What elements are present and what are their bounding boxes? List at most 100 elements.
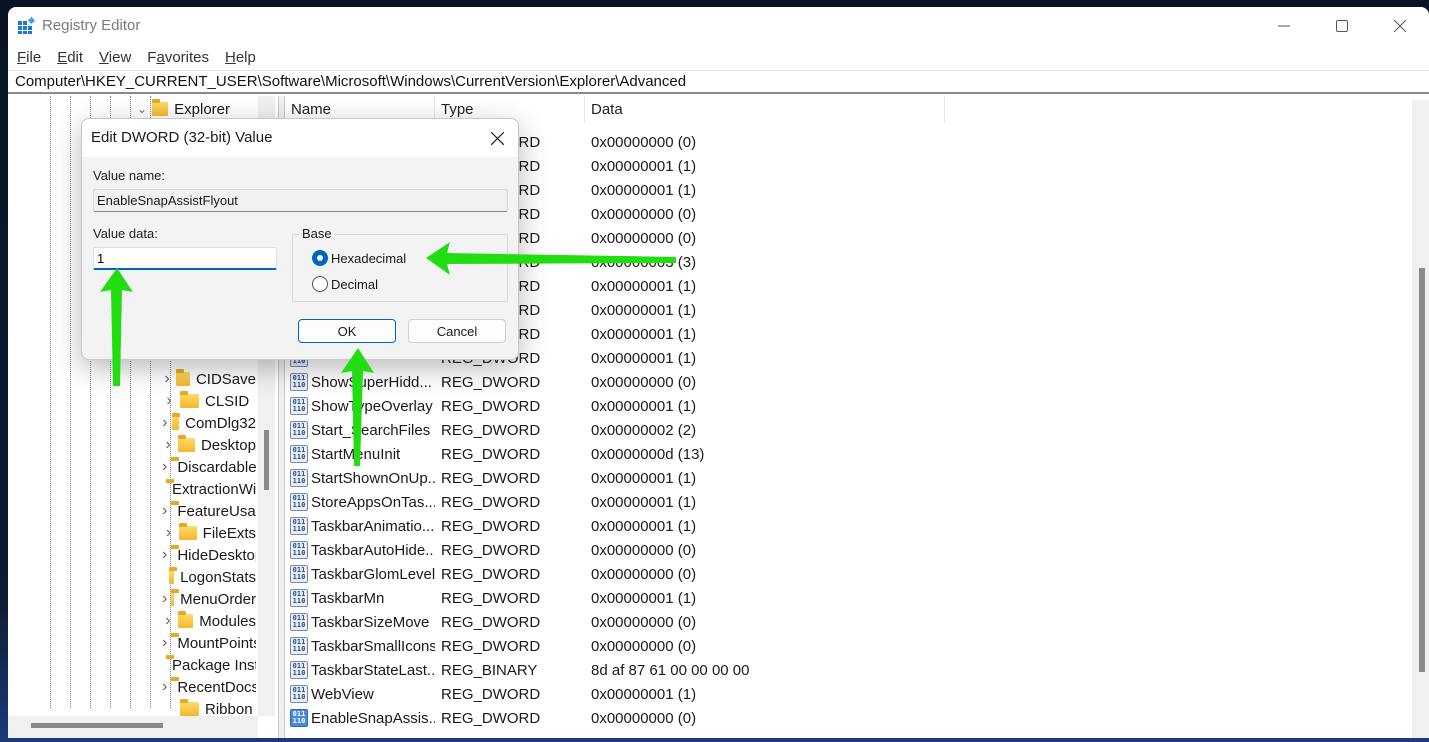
value-data-cell: 0x00000001 (1) <box>591 589 697 607</box>
value-row[interactable]: 011 110 TaskbarSmallIcons REG_DWORD 0x000000… <box>285 634 945 658</box>
tree-item-label: FeatureUsage <box>177 502 256 520</box>
tree-item[interactable]: Package Installation <box>162 654 256 676</box>
tree-item-label: Desktop <box>200 436 256 454</box>
tree-item[interactable]: › CLSID <box>162 390 256 412</box>
tree-item[interactable]: › MenuOrder <box>162 588 256 610</box>
tree-item[interactable]: › ComDlg32 <box>162 412 256 434</box>
dword-value-icon: 011110 <box>290 517 308 535</box>
value-row[interactable]: 011 110 TaskbarMn REG_DWORD 0x00000001 (1) <box>285 586 945 610</box>
tree-item-label: MountPoints2 <box>177 634 256 652</box>
close-icon <box>490 131 504 145</box>
chevron-right-icon[interactable]: › <box>162 524 175 542</box>
menu-file[interactable]: File <box>17 49 41 66</box>
folder-icon <box>179 523 197 540</box>
chevron-right-icon[interactable]: › <box>162 546 167 564</box>
value-row[interactable]: 011 110 ShowTypeOverlay REG_DWORD 0x00000001… <box>285 394 945 418</box>
value-row[interactable]: 011 110 TaskbarGlomLevel REG_DWORD 0x0000000… <box>285 562 945 586</box>
value-data-input[interactable] <box>93 247 277 270</box>
value-row[interactable]: 011 110 TaskbarStateLast... REG_BINARY 8d af… <box>285 658 945 682</box>
chevron-down-icon[interactable]: ⌄ <box>136 102 148 116</box>
radio-unselected-icon <box>312 276 328 292</box>
tree-item-label: Package Installation <box>172 656 256 674</box>
tree-item[interactable]: › CIDSave <box>162 368 256 390</box>
menu-view[interactable]: View <box>99 49 131 66</box>
tree-item[interactable]: › FileExts <box>162 522 256 544</box>
column-header-data[interactable]: Data <box>585 96 945 122</box>
value-row[interactable]: 011 110 StartShownOnUp... REG_DWORD 0x000000… <box>285 466 945 490</box>
dword-value-icon: 011110 <box>290 637 308 655</box>
value-row[interactable]: 011 110 StartMenuInit REG_DWORD 0x0000000d (… <box>285 442 945 466</box>
decimal-radio[interactable]: Decimal <box>312 276 378 292</box>
value-type-cell: REG_DWORD <box>441 637 541 655</box>
list-vertical-scrollbar[interactable] <box>1412 100 1429 738</box>
hexadecimal-radio[interactable]: Hexadecimal <box>312 250 406 266</box>
chevron-right-icon[interactable]: › <box>162 370 172 388</box>
folder-icon <box>151 99 169 116</box>
dialog-title-bar[interactable]: Edit DWORD (32-bit) Value <box>82 119 518 157</box>
chevron-right-icon[interactable]: › <box>162 414 168 432</box>
value-data-cell: 0x00000000 (0) <box>591 613 697 631</box>
folder-icon <box>176 369 190 386</box>
ok-button[interactable]: OK <box>298 319 396 343</box>
value-data-cell: 0x00000000 (0) <box>591 205 697 223</box>
dword-value-icon: 011110 <box>290 397 308 415</box>
minimize-button[interactable] <box>1255 7 1313 45</box>
tree-item[interactable]: › RecentDocs <box>162 676 256 698</box>
close-window-button[interactable] <box>1371 7 1429 45</box>
value-row[interactable]: 011 110 TaskbarAnimatio... REG_DWORD 0x00000… <box>285 514 945 538</box>
title-bar[interactable]: Registry Editor <box>8 7 1429 45</box>
value-row[interactable]: 011 110 StoreAppsOnTas... REG_DWORD 0x000000… <box>285 490 945 514</box>
tree-item-label: MenuOrder <box>180 590 256 608</box>
chevron-right-icon[interactable]: › <box>162 502 167 520</box>
value-row[interactable]: 011 110 TaskbarAutoHide... REG_DWORD 0x00000… <box>285 538 945 562</box>
value-data-cell: 0x00000000 (0) <box>591 565 697 583</box>
value-name-cell: 011 110 TaskbarGlomLevel <box>285 565 435 583</box>
chevron-right-icon[interactable]: › <box>162 436 174 454</box>
registry-editor-window: Registry Editor File Edit View Favorites Hel… <box>8 7 1429 738</box>
value-row[interactable]: 011 110 EnableSnapAssis... REG_DWORD 0x00000… <box>285 706 945 730</box>
value-row[interactable]: 011 110 WebView REG_DWORD 0x00000001 (1) <box>285 682 945 706</box>
chevron-right-icon[interactable]: › <box>162 612 174 630</box>
value-data-cell: 0x00000001 (1) <box>591 685 697 703</box>
tree-item[interactable]: LogonStats <box>162 566 256 588</box>
address-bar[interactable]: Computer\HKEY_CURRENT_USER\Software\Micr… <box>8 70 1429 94</box>
value-name-cell: 011 110 TaskbarAutoHide... <box>285 541 435 559</box>
value-data-cell: 0x00000001 (1) <box>591 493 697 511</box>
dialog-close-button[interactable] <box>484 125 510 151</box>
tree-item[interactable]: › Discardable <box>162 456 256 478</box>
menu-help[interactable]: Help <box>225 49 256 66</box>
tree-scroll-thumb[interactable] <box>264 430 269 490</box>
value-row[interactable]: 011 110 ShowSuperHidd... REG_DWORD 0x0000000… <box>285 370 945 394</box>
tree-item[interactable]: ExtractionWizard <box>162 478 256 500</box>
menu-edit[interactable]: Edit <box>57 49 83 66</box>
tree-item-label: Modules <box>199 612 256 630</box>
value-data-cell: 0x00000001 (1) <box>591 325 697 343</box>
value-row[interactable]: 011 110 TaskbarSizeMove REG_DWORD 0x00000000… <box>285 610 945 634</box>
tree-hscroll-thumb[interactable] <box>31 723 163 728</box>
chevron-right-icon[interactable]: › <box>162 590 167 608</box>
value-name: ShowTypeOverlay <box>311 397 433 415</box>
value-name: TaskbarMn <box>311 589 385 607</box>
value-name: StartMenuInit <box>311 445 401 463</box>
tree-horizontal-scrollbar[interactable] <box>8 716 258 738</box>
tree-item[interactable]: › FeatureUsage <box>162 500 256 522</box>
chevron-right-icon[interactable]: › <box>162 634 167 652</box>
tree-item[interactable]: › MountPoints2 <box>162 632 256 654</box>
value-row[interactable]: 011 110 Start_SearchFiles REG_DWORD 0x000000… <box>285 418 945 442</box>
maximize-icon <box>1336 20 1348 32</box>
value-data-cell: 0x00000001 (1) <box>591 277 697 295</box>
menu-favorites[interactable]: Favorites <box>147 49 209 66</box>
tree-item[interactable]: › HideDesktopIcons <box>162 544 256 566</box>
folder-icon <box>177 611 194 628</box>
tree-item[interactable]: › Desktop <box>162 434 256 456</box>
cancel-button[interactable]: Cancel <box>408 319 506 343</box>
dword-value-icon: 011110 <box>290 709 308 727</box>
value-type-cell: REG_DWORD <box>441 541 541 559</box>
chevron-right-icon[interactable]: › <box>162 678 167 696</box>
tree-item[interactable]: › Modules <box>162 610 256 632</box>
chevron-right-icon[interactable]: › <box>162 458 167 476</box>
maximize-button[interactable] <box>1313 7 1371 45</box>
list-scroll-thumb[interactable] <box>1419 268 1425 672</box>
chevron-right-icon[interactable]: › <box>162 392 176 410</box>
tree-item-explorer[interactable]: ⌄ Explorer <box>136 98 230 120</box>
